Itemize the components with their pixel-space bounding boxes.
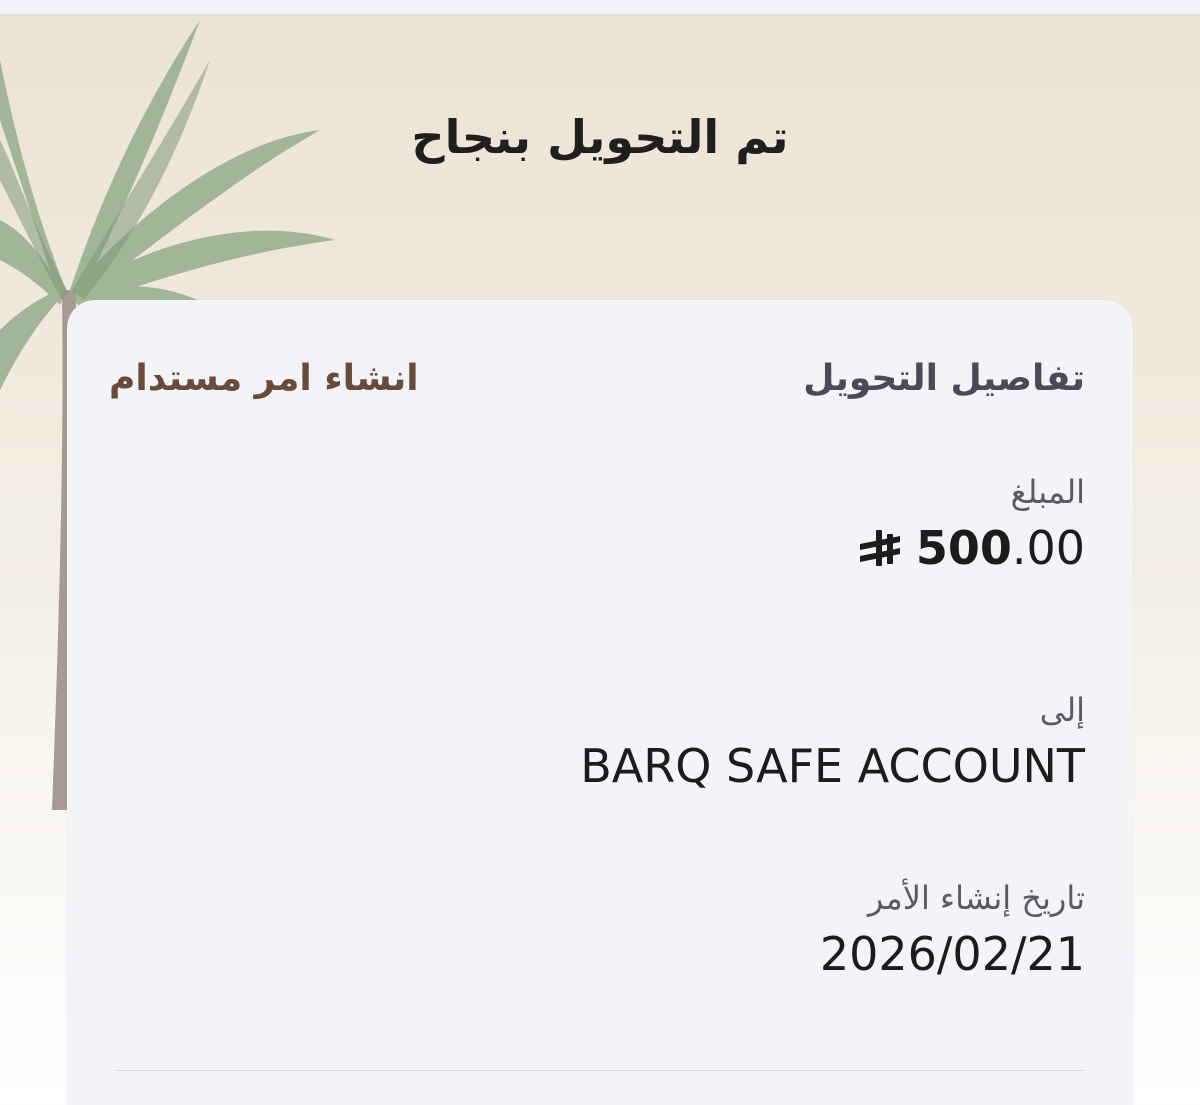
amount-label: المبلغ	[1010, 473, 1085, 511]
order-date-label: تاريخ إنشاء الأمر	[867, 879, 1085, 917]
section-title: تفاصيل التحويل	[803, 358, 1085, 399]
recipient-field: إلى BARQ SAFE ACCOUNT	[580, 690, 1085, 794]
card-header: تفاصيل التحويل انشاء امر مستدام	[67, 358, 1133, 408]
amount-value: 500.00	[856, 520, 1085, 576]
create-standing-order-link[interactable]: انشاء امر مستدام	[109, 358, 419, 399]
amount-field: المبلغ 500.00	[856, 472, 1085, 576]
order-date-field: تاريخ إنشاء الأمر 2026/02/21	[820, 878, 1085, 982]
page-title: تم التحويل بنجاح	[411, 110, 789, 164]
saudi-riyal-icon	[859, 530, 900, 566]
recipient-label: إلى	[1039, 691, 1085, 729]
amount-integer: 500	[915, 521, 1012, 575]
amount-decimal: .00	[1011, 521, 1085, 575]
transfer-details-card: تفاصيل التحويل انشاء امر مستدام المبلغ 5…	[67, 300, 1133, 1105]
divider	[115, 1070, 1085, 1071]
order-date-value: 2026/02/21	[819, 927, 1085, 981]
recipient-value: BARQ SAFE ACCOUNT	[580, 739, 1085, 793]
